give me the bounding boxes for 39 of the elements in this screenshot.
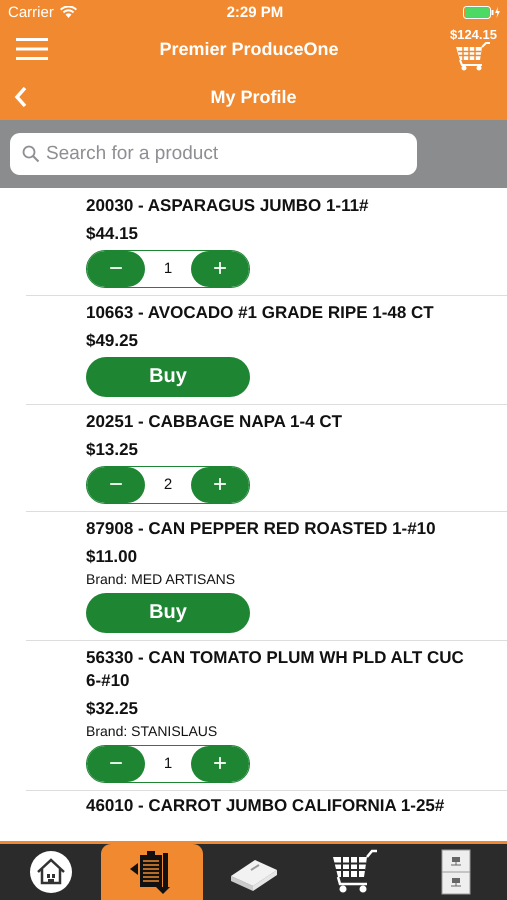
product-price: $49.25 [86,330,139,351]
battery-icon [462,6,501,18]
home-icon [28,850,73,894]
product-price: $44.15 [86,224,139,244]
app-title: Premier ProduceOne [159,38,339,60]
quantity-value: 1 [162,260,174,278]
product-title: 20030 - ASPARAGUS JUMBO 1-11# [86,195,370,217]
minus-button[interactable]: − [87,250,145,287]
cart-button[interactable]: $124.15 [450,26,497,72]
wifi-icon [60,6,77,18]
status-time: 2:29 PM [226,4,284,20]
quantity-stepper[interactable]: − 1 + [86,250,250,288]
quantity-stepper[interactable]: − 1 + [86,744,250,783]
quantity-value: 2 [162,476,174,494]
search-field[interactable]: Search for a product [10,133,417,175]
product-title: 56330 - CAN TOMATO PLUM WH PLD ALT CUC 6-#10 [86,646,465,692]
minus-button[interactable]: − [87,746,145,782]
minus-button[interactable]: − [87,466,145,503]
product-title: 87908 - CAN PEPPER RED ROASTED 1-#10 [86,518,437,540]
plus-button[interactable]: + [191,466,249,503]
quantity-stepper[interactable]: − 2 + [86,466,250,504]
product-price: $13.25 [86,440,139,460]
product-price: $32.25 [86,698,139,719]
plus-button[interactable]: + [191,746,249,782]
buy-button[interactable]: Buy [86,592,250,633]
product-title: 20251 - CABBAGE NAPA 1-4 CT [86,410,344,433]
plus-button[interactable]: + [191,250,249,287]
cabinet-icon [441,849,472,895]
product-title: 10663 - AVOCADO #1 GRADE RIPE 1-48 CT [86,302,435,324]
cart-icon [330,849,379,895]
product-price: $11.00 [86,546,138,567]
tab-clipboard-button[interactable] [101,844,203,900]
quantity-value: 1 [162,755,174,772]
product-brand: Brand: STANISLAUS [86,722,218,739]
carrier-label: Carrier [8,4,54,20]
product-title: 46010 - CARROT JUMBO CALIFORNIA 1-25# [86,794,446,817]
page-title: My Profile [210,86,297,108]
buy-button[interactable]: Buy [86,356,250,397]
product-brand: Brand: MED ARTISANS [86,570,236,587]
